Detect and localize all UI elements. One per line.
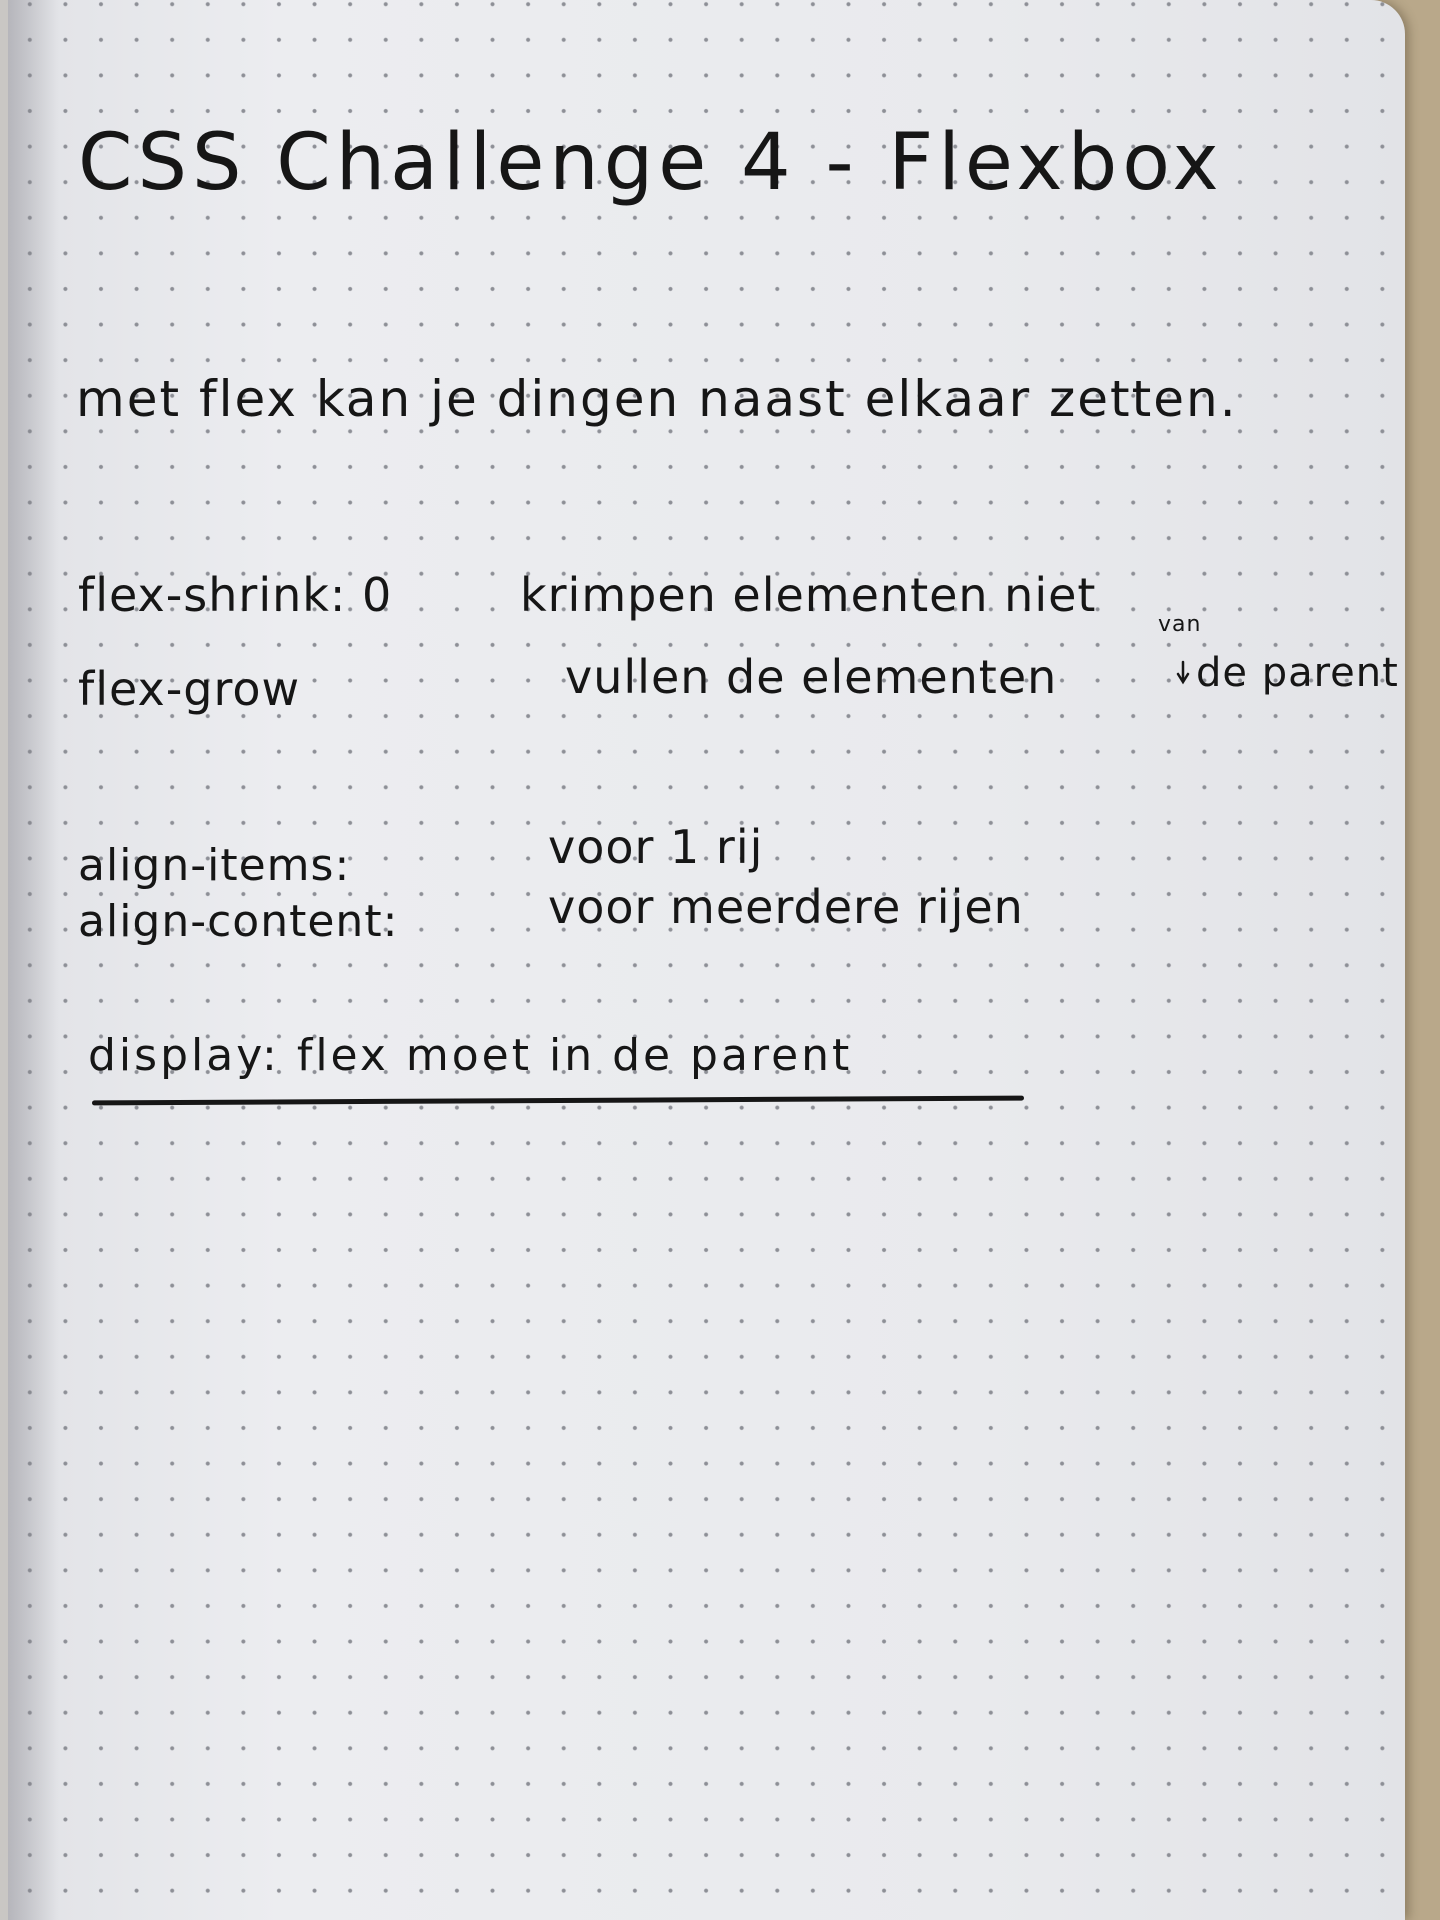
page-title: CSS Challenge 4 - Flexbox — [78, 118, 1224, 208]
display-flex-rule: display: flex moet in de parent — [88, 1030, 853, 1081]
insertion-arrow-icon — [1176, 660, 1190, 685]
align-content-description: voor meerdere rijen — [548, 880, 1024, 934]
intro-line: met flex kan je dingen naast elkaar zett… — [76, 370, 1238, 428]
flex-shrink-description: krimpen elementen niet — [520, 568, 1097, 622]
align-items-term: align-items: — [78, 840, 351, 891]
align-content-term: align-content: — [78, 896, 399, 947]
flex-grow-term: flex-grow — [78, 662, 301, 716]
flex-grow-description: vullen de elementen — [565, 650, 1058, 704]
flex-grow-description-end: de parent — [1196, 650, 1399, 696]
flex-shrink-term: flex-shrink: 0 — [78, 568, 393, 622]
rule-underline — [91, 1095, 1025, 1106]
notebook-page: CSS Challenge 4 - Flexbox met flex kan j… — [0, 0, 1405, 1920]
insertion-note: van — [1158, 612, 1202, 637]
page-gutter — [0, 0, 8, 1920]
align-items-description: voor 1 rij — [548, 820, 764, 874]
